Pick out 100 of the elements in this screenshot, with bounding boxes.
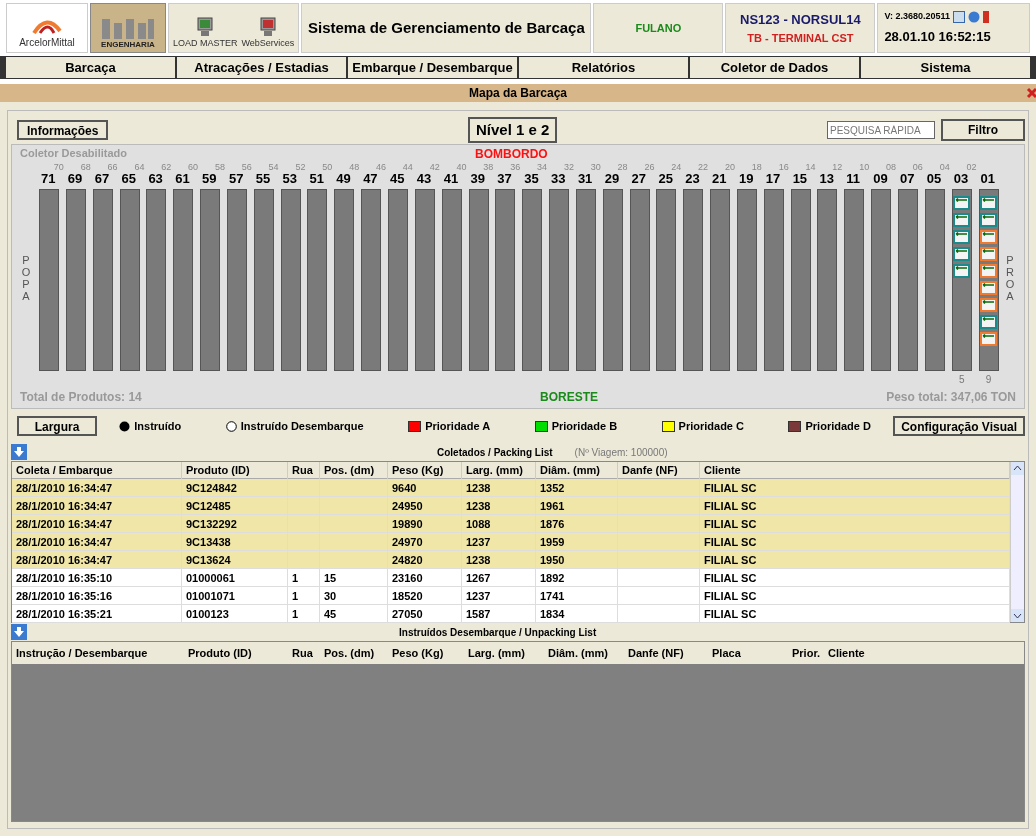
bay-slot[interactable] <box>414 189 435 371</box>
window-icon[interactable] <box>952 10 965 23</box>
column-header[interactable]: Instrução / Desembarque <box>12 644 184 662</box>
bay-slot[interactable] <box>790 189 811 371</box>
tool-button[interactable]: WebServices <box>241 16 295 50</box>
column-header[interactable]: Peso (Kg) <box>388 644 464 662</box>
port-side-label: BOMBORDO <box>475 146 548 159</box>
width-button[interactable]: Largura <box>17 416 97 436</box>
bay-slot[interactable] <box>226 189 247 371</box>
product-marker[interactable] <box>953 196 971 210</box>
product-marker[interactable] <box>980 298 998 312</box>
column-header[interactable]: Rua <box>288 462 320 479</box>
table-row[interactable]: 28/1/2010 16:34:47 9C132292 19890 1088 1876 FILIAL SC <box>12 515 1010 533</box>
product-marker[interactable] <box>953 247 971 261</box>
bay-slot[interactable] <box>763 189 784 371</box>
bay-slot[interactable] <box>468 189 489 371</box>
bay-slot[interactable] <box>522 189 543 371</box>
bay-slot[interactable] <box>575 189 596 371</box>
menu-item[interactable]: Barcaça <box>6 57 175 78</box>
column-header[interactable]: Larg. (mm) <box>462 462 536 479</box>
column-header[interactable]: Cliente <box>824 644 1024 662</box>
product-marker[interactable] <box>980 230 998 244</box>
column-header[interactable]: Peso (Kg) <box>388 462 462 479</box>
column-header[interactable]: Coleta / Embarque <box>12 462 182 479</box>
table-row[interactable]: 28/1/2010 16:34:47 9C12485 24950 1238 1961 FILIAL SC <box>12 497 1010 515</box>
column-header[interactable]: Prior. <box>788 644 824 662</box>
bay-slot[interactable] <box>817 189 838 371</box>
bay-slot[interactable] <box>978 189 999 371</box>
product-marker[interactable] <box>980 213 998 227</box>
bay-slot[interactable] <box>387 189 408 371</box>
product-marker[interactable] <box>980 332 998 346</box>
bay-slot[interactable] <box>119 189 140 371</box>
bay-slot[interactable] <box>629 189 650 371</box>
bay-slot[interactable] <box>441 189 462 371</box>
bay-slot[interactable] <box>683 189 704 371</box>
bay-slot[interactable] <box>871 189 892 371</box>
bay-slot[interactable] <box>280 189 301 371</box>
bay-slot[interactable] <box>307 189 328 371</box>
bay-slot[interactable] <box>656 189 677 371</box>
product-marker[interactable] <box>980 315 998 329</box>
table-row[interactable]: 28/1/2010 16:35:16 01001071 1 30 18520 1237 1741 FILIAL SC <box>12 587 1010 605</box>
table-row[interactable]: 28/1/2010 16:34:47 9C124842 9640 1238 1352 FILIAL SC <box>12 479 1010 497</box>
bay-number: 65 <box>121 170 136 188</box>
tool-button[interactable]: LOAD MASTER <box>173 16 238 50</box>
column-header[interactable]: Diâm. (mm) <box>544 644 624 662</box>
down-arrow-icon[interactable] <box>11 624 27 640</box>
product-marker[interactable] <box>980 281 998 295</box>
table-row[interactable]: 28/1/2010 16:34:47 9C13438 24970 1237 1959 FILIAL SC <box>12 533 1010 551</box>
quick-search-field[interactable]: PESQUISA RÁPIDA <box>827 121 935 139</box>
column-header[interactable]: Produto (ID) <box>182 462 288 479</box>
bay-sub-number: 34 <box>537 161 548 174</box>
filled-dot-icon <box>119 420 131 432</box>
down-arrow-icon[interactable] <box>11 444 27 460</box>
table-row[interactable]: 28/1/2010 16:35:21 0100123 1 45 27050 1587 1834 FILIAL SC <box>12 605 1010 623</box>
product-marker[interactable] <box>953 213 971 227</box>
bay-slot[interactable] <box>736 189 757 371</box>
bay-slot[interactable] <box>200 189 221 371</box>
menu-item[interactable]: Atracações / Estadias <box>177 57 346 78</box>
column-header[interactable]: Rua <box>288 644 320 662</box>
column-header[interactable]: Placa <box>708 644 788 662</box>
bay-slot[interactable] <box>173 189 194 371</box>
column-header[interactable]: Diâm. (mm) <box>536 462 618 479</box>
visual-config-button[interactable]: Configuração Visual <box>893 416 1025 436</box>
bay-sub-number: 14 <box>805 161 816 174</box>
bay-slot[interactable] <box>334 189 355 371</box>
table-row[interactable]: 28/1/2010 16:35:10 01000061 1 15 23160 1267 1892 FILIAL SC <box>12 569 1010 587</box>
product-marker[interactable] <box>953 264 971 278</box>
column-header[interactable]: Produto (ID) <box>184 644 288 662</box>
product-marker[interactable] <box>980 196 998 210</box>
menu-item[interactable]: Relatórios <box>519 57 688 78</box>
column-header[interactable]: Pos. (dm) <box>320 462 388 479</box>
bay-sub-number: 06 <box>912 161 923 174</box>
product-marker[interactable] <box>953 230 971 244</box>
menu-item[interactable]: Sistema <box>861 57 1030 78</box>
globe-icon[interactable] <box>967 10 980 23</box>
bay-slot[interactable] <box>495 189 516 371</box>
bay-slot[interactable] <box>65 189 86 371</box>
bay-slot[interactable] <box>146 189 167 371</box>
bay-slot[interactable] <box>710 189 731 371</box>
table-row[interactable]: 28/1/2010 16:34:47 9C13624 24820 1238 1950 FILIAL SC <box>12 551 1010 569</box>
bay-slot[interactable] <box>253 189 274 371</box>
bay-slot[interactable] <box>549 189 570 371</box>
scrollbar[interactable] <box>1010 462 1024 622</box>
bay-number: 57 <box>228 170 244 188</box>
bay-slot[interactable] <box>844 189 865 371</box>
product-marker[interactable] <box>980 247 998 261</box>
column-header[interactable]: Danfe (NF) <box>618 462 700 479</box>
column-header[interactable]: Pos. (dm) <box>320 644 388 662</box>
bay-slot[interactable] <box>602 189 623 371</box>
column-header[interactable]: Danfe (NF) <box>624 644 708 662</box>
bay-slot[interactable] <box>92 189 113 371</box>
column-header[interactable]: Larg. (mm) <box>464 644 544 662</box>
info-button[interactable]: Informações <box>17 120 109 140</box>
menu-item[interactable]: Coletor de Dados <box>690 57 859 78</box>
bay-slot[interactable] <box>361 189 382 371</box>
menu-item[interactable]: Embarque / Desembarque <box>348 57 517 78</box>
product-marker[interactable] <box>980 264 998 278</box>
bay-slot[interactable] <box>951 189 972 371</box>
bay-slot[interactable] <box>924 189 945 371</box>
filter-button[interactable]: Filtro <box>941 119 1025 141</box>
